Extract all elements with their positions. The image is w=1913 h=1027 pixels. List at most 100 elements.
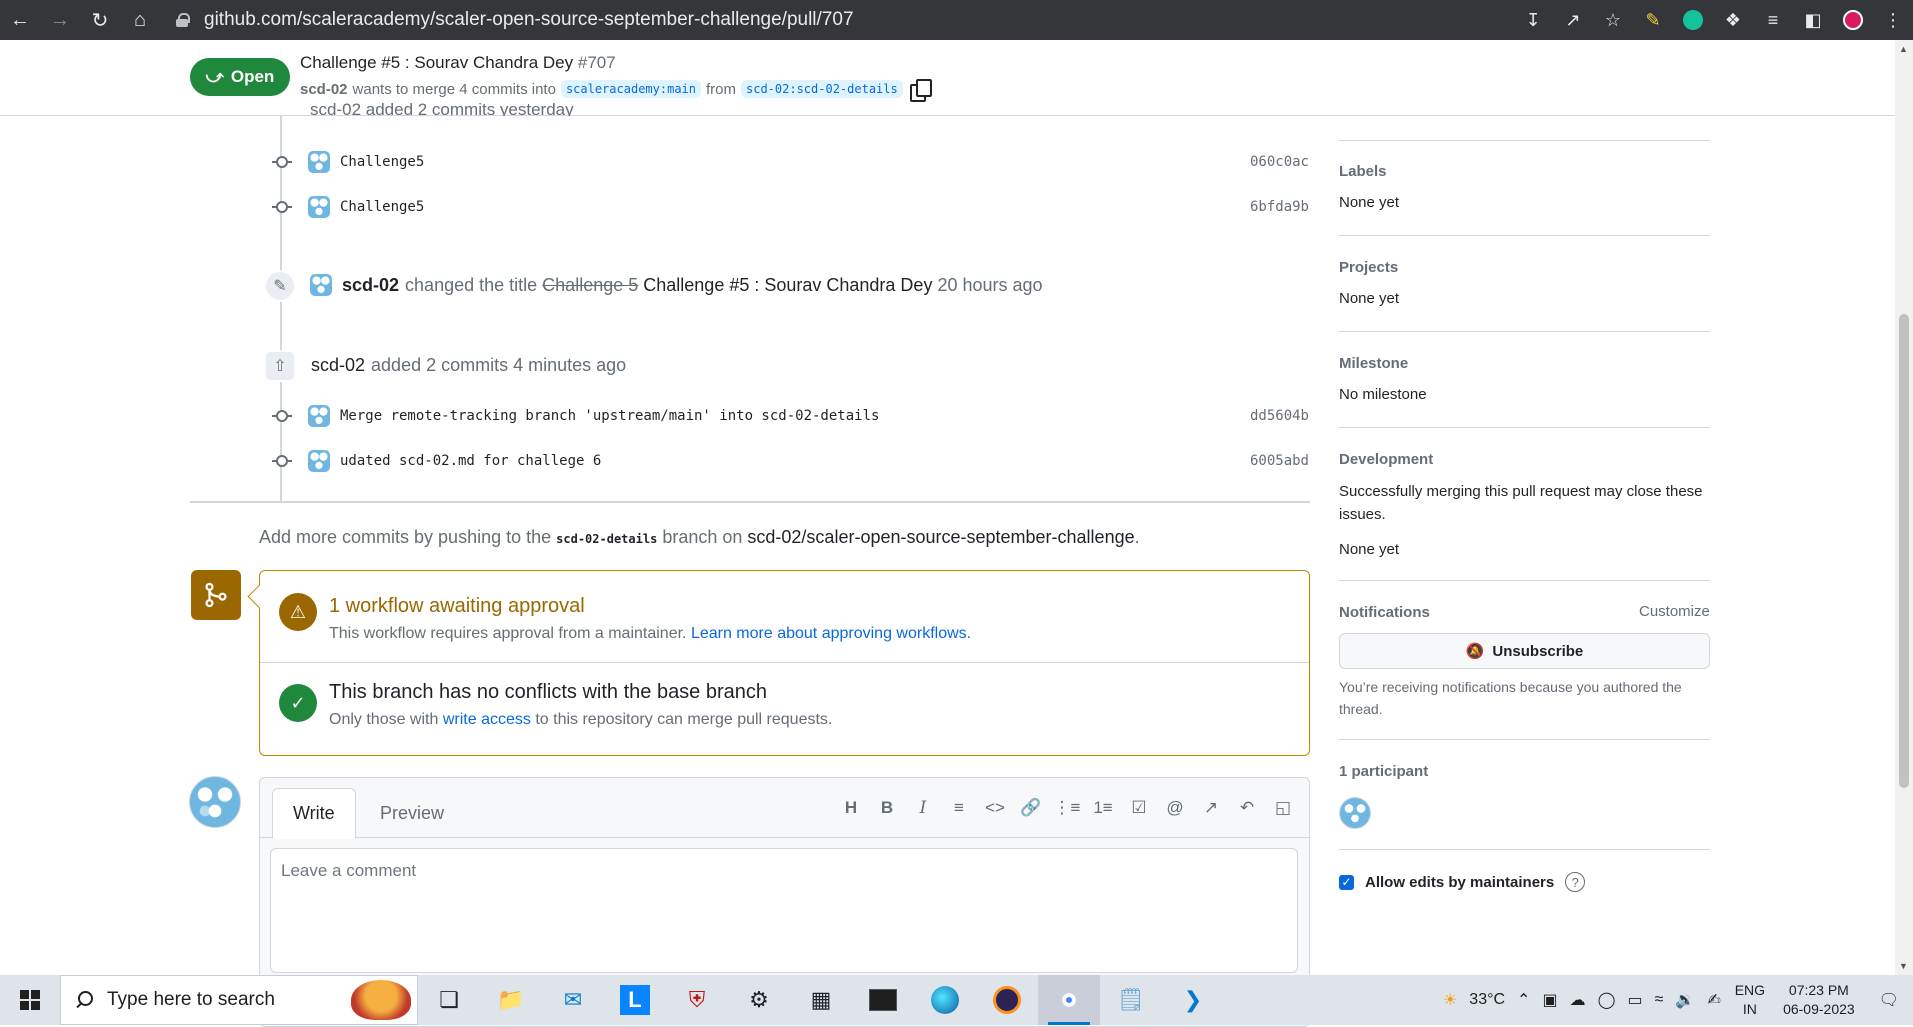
mcafee-icon[interactable]: ⛨ xyxy=(666,975,728,1025)
chrome-icon[interactable] xyxy=(1038,975,1100,1025)
home-icon[interactable]: ⌂ xyxy=(120,0,160,40)
taskbar-search[interactable]: Type here to search xyxy=(60,975,418,1025)
learn-more-link[interactable]: Learn more about approving workflows. xyxy=(691,625,971,642)
allow-edits-label[interactable]: Allow edits by maintainers xyxy=(1365,874,1554,891)
quote-icon[interactable]: ≡ xyxy=(941,792,977,824)
mention-icon[interactable]: @ xyxy=(1157,792,1193,824)
avatar[interactable] xyxy=(308,196,330,218)
extensions-puzzle-icon[interactable]: ❖ xyxy=(1713,0,1753,40)
forward-icon[interactable]: → xyxy=(40,0,80,40)
mail-icon[interactable]: ✉ xyxy=(542,975,604,1025)
development-heading[interactable]: Development xyxy=(1339,451,1433,468)
labels-heading[interactable]: Labels xyxy=(1339,163,1387,180)
customize-link[interactable]: Customize xyxy=(1639,603,1710,620)
task-list-icon[interactable]: ☑ xyxy=(1121,792,1157,824)
address-bar[interactable]: github.com/scaleracademy/scaler-open-sou… xyxy=(176,0,1476,40)
event-time[interactable]: 20 hours ago xyxy=(937,275,1042,296)
highlighter-extension-icon[interactable]: ✎ xyxy=(1633,0,1673,40)
reading-list-icon[interactable]: ≡ xyxy=(1753,0,1793,40)
calculator-icon[interactable]: ▦ xyxy=(790,975,852,1025)
reload-icon[interactable]: ↻ xyxy=(80,0,120,40)
commit-message[interactable]: Challenge5 xyxy=(340,154,1250,170)
sidebar-divider xyxy=(1339,739,1710,740)
avatar[interactable] xyxy=(308,151,330,173)
settings-gear-icon[interactable]: ⚙ xyxy=(728,975,790,1025)
clock[interactable]: 07:23 PM 06-09-2023 xyxy=(1773,981,1865,1019)
push-repo-link[interactable]: scd-02/scaler-open-source-september-chal… xyxy=(747,527,1134,547)
scroll-up-icon[interactable]: ▲ xyxy=(1899,44,1908,54)
share-icon[interactable]: ↗ xyxy=(1553,0,1593,40)
chevron-up-icon[interactable]: ⌃ xyxy=(1511,990,1536,1010)
tray-app-icon[interactable]: ▣ xyxy=(1536,990,1563,1010)
avatar[interactable] xyxy=(308,450,330,472)
code-icon[interactable]: <> xyxy=(977,792,1013,824)
grammarly-extension-icon[interactable] xyxy=(1673,0,1713,40)
onedrive-icon[interactable]: ☁ xyxy=(1564,990,1592,1010)
commit-sha[interactable]: 6005abd xyxy=(1250,453,1309,469)
menu-kebab-icon[interactable]: ⋮ xyxy=(1873,0,1913,40)
heading-icon[interactable]: H xyxy=(833,792,869,824)
profile-avatar-icon[interactable] xyxy=(1833,0,1873,40)
git-merge-icon xyxy=(191,570,241,620)
event-actor[interactable]: scd-02 xyxy=(342,275,399,296)
side-panel-icon[interactable]: ◧ xyxy=(1793,0,1833,40)
notification-center-icon[interactable]: 🗨 xyxy=(1865,990,1913,1010)
copy-icon[interactable] xyxy=(909,79,932,102)
commit-message[interactable]: udated scd-02.md for challege 6 xyxy=(340,453,1250,469)
question-icon[interactable]: ? xyxy=(1565,872,1586,892)
volume-icon[interactable]: 🔉 xyxy=(1669,990,1701,1010)
commit-sha[interactable]: dd5604b xyxy=(1250,408,1309,424)
italic-icon[interactable]: I xyxy=(905,792,941,824)
terminal-icon[interactable] xyxy=(852,975,914,1025)
projects-heading[interactable]: Projects xyxy=(1339,259,1398,276)
scroll-down-icon[interactable]: ▼ xyxy=(1899,961,1908,971)
back-icon[interactable]: ← xyxy=(0,0,40,40)
participant-avatar[interactable] xyxy=(1339,797,1371,829)
head-branch[interactable]: scd-02:scd-02-details xyxy=(741,80,903,98)
meet-icon[interactable]: ◯ xyxy=(1592,990,1622,1010)
weather-icon[interactable]: ☀ xyxy=(1437,990,1463,1010)
install-icon[interactable]: ↧ xyxy=(1513,0,1553,40)
avatar[interactable] xyxy=(308,405,330,427)
ordered-list-icon[interactable]: 1≡ xyxy=(1085,792,1121,824)
language-indicator[interactable]: ENG IN xyxy=(1727,981,1773,1019)
vscode-icon[interactable]: ❯ xyxy=(1162,975,1224,1025)
eclipse-icon[interactable] xyxy=(976,975,1038,1025)
unsubscribe-button[interactable]: 🔕 Unsubscribe xyxy=(1339,633,1710,669)
tab-preview[interactable]: Preview xyxy=(360,788,464,839)
avatar[interactable] xyxy=(310,274,332,296)
l-app-icon[interactable]: L xyxy=(604,975,666,1025)
bookmark-star-icon[interactable]: ☆ xyxy=(1593,0,1633,40)
pen-icon[interactable]: ✍ xyxy=(1701,990,1726,1010)
battery-icon[interactable]: ▭ xyxy=(1621,990,1648,1010)
cross-reference-icon[interactable]: ↗ xyxy=(1193,792,1229,824)
tab-write[interactable]: Write xyxy=(272,788,356,839)
reply-icon[interactable]: ↶ xyxy=(1229,792,1265,824)
commit-sha[interactable]: 6bfda9b xyxy=(1250,199,1309,215)
task-view-icon[interactable]: ❏ xyxy=(418,975,480,1025)
network-icon[interactable]: ≈ xyxy=(1649,991,1670,1009)
commit-message[interactable]: Merge remote-tracking branch 'upstream/m… xyxy=(340,408,1250,424)
commit-message[interactable]: Challenge5 xyxy=(340,199,1250,215)
slash-command-icon[interactable]: ◱ xyxy=(1265,792,1301,824)
event-actor[interactable]: scd-02 xyxy=(311,355,365,376)
avatar[interactable] xyxy=(189,776,241,828)
edge-browser-icon[interactable] xyxy=(914,975,976,1025)
file-explorer-icon[interactable]: 📁 xyxy=(480,975,542,1025)
bold-icon[interactable]: B xyxy=(869,792,905,824)
link-icon[interactable]: 🔗 xyxy=(1013,792,1049,824)
base-branch[interactable]: scaleracademy:main xyxy=(560,80,701,98)
unordered-list-icon[interactable]: ⋮≡ xyxy=(1049,792,1085,824)
notepad-icon[interactable]: 🗒 xyxy=(1100,975,1162,1025)
scroll-thumb[interactable] xyxy=(1899,314,1909,788)
pr-author[interactable]: scd-02 xyxy=(300,81,348,98)
allow-edits-checkbox[interactable]: ✓ xyxy=(1339,874,1354,890)
event-time[interactable]: 4 minutes ago xyxy=(513,355,626,376)
commit-sha[interactable]: 060c0ac xyxy=(1250,154,1309,170)
comment-textarea[interactable]: Leave a comment xyxy=(270,848,1298,973)
write-access-link[interactable]: write access xyxy=(443,711,531,728)
weather-temp[interactable]: 33°C xyxy=(1463,991,1511,1009)
page-scrollbar[interactable]: ▲ ▼ xyxy=(1895,40,1913,975)
start-button[interactable] xyxy=(0,975,60,1025)
milestone-heading[interactable]: Milestone xyxy=(1339,355,1408,372)
